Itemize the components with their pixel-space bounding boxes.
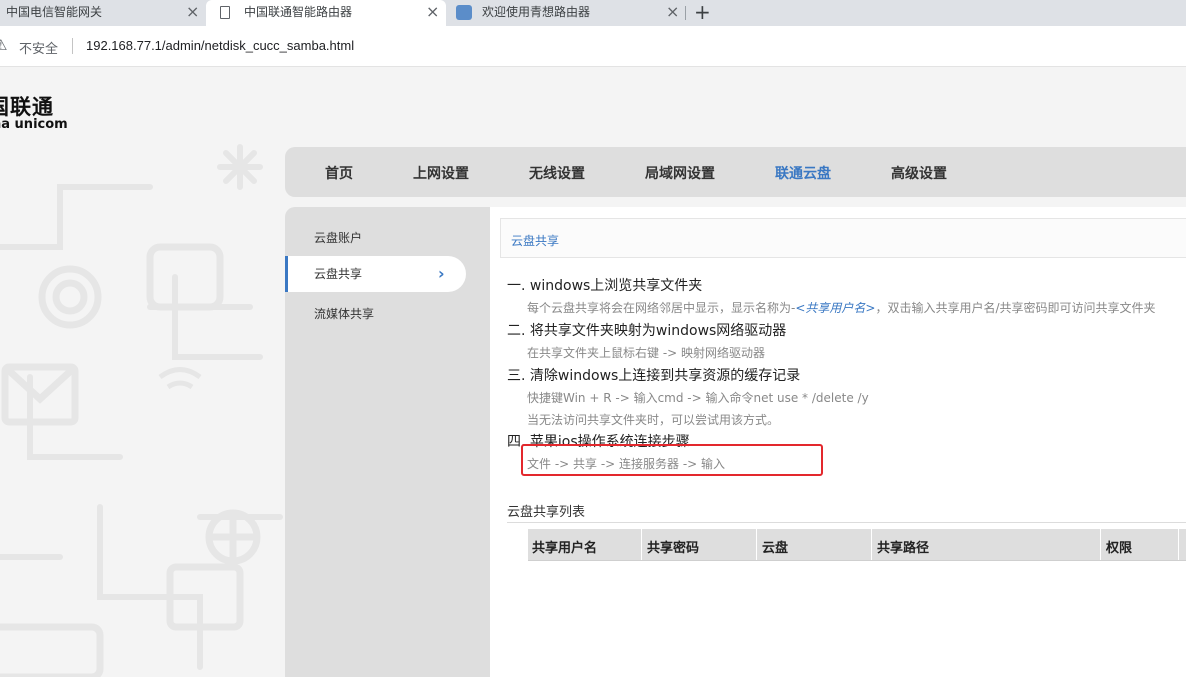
column-divider: [756, 529, 757, 560]
step-title: 二. 将共享文件夹映射为windows网络驱动器: [507, 323, 787, 339]
main-content: 云盘共享 一. windows上浏览共享文件夹 每个云盘共享将会在网络邻居中显示…: [490, 207, 1186, 677]
step-title: 一. windows上浏览共享文件夹: [507, 278, 703, 294]
column-header: 共享路径: [877, 541, 930, 556]
site-favicon-icon: [456, 5, 472, 20]
nav-advanced-settings[interactable]: 高级设置: [891, 163, 947, 183]
background-illustration: [0, 144, 283, 677]
close-icon[interactable]: ×: [186, 1, 199, 23]
nav-unicom-cloud[interactable]: 联通云盘: [775, 163, 831, 183]
section-title: 云盘共享: [511, 234, 560, 248]
share-table-header: 共享用户名 共享密码 云盘 共享路径 权限: [528, 529, 1186, 561]
column-header: 共享用户名: [532, 541, 598, 556]
step-description: 快捷键Win + R -> 输入cmd -> 输入命令net use * /de…: [527, 391, 869, 405]
column-divider: [1100, 529, 1101, 560]
column-header: 共享密码: [647, 541, 700, 556]
nav-home[interactable]: 首页: [325, 163, 353, 183]
step-title: 三. 清除windows上连接到共享资源的缓存记录: [507, 368, 801, 384]
close-icon[interactable]: ×: [426, 1, 439, 23]
column-header: 权限: [1106, 541, 1133, 556]
sidebar-item-label: 云盘账户: [314, 231, 363, 245]
sidebar-item-label: 云盘共享: [314, 267, 363, 281]
column-header: 云盘: [762, 541, 789, 556]
tab-qingxiang-router[interactable]: 欢迎使用青想路由器 ×: [446, 0, 686, 26]
column-divider: [1178, 529, 1179, 560]
step-description: 当无法访问共享文件夹时，可以尝试用该方式。: [527, 413, 780, 427]
tab-title: 中国联通智能路由器: [244, 5, 353, 19]
desc-text: ，双击输入共享用户名/共享密码即可访问共享文件夹: [875, 301, 1156, 315]
step-description: 在共享文件夹上鼠标右键 -> 映射网络驱动器: [527, 346, 766, 360]
warning-icon[interactable]: ⚠: [0, 36, 7, 54]
tab-telecom-gateway[interactable]: 中国电信智能网关 ×: [0, 0, 205, 26]
tab-title: 中国电信智能网关: [6, 5, 103, 19]
security-status[interactable]: 不安全: [19, 38, 58, 57]
sidebar-item-cloud-share[interactable]: 云盘共享 ›: [285, 256, 466, 292]
nav-wireless-settings[interactable]: 无线设置: [529, 163, 585, 183]
column-divider: [641, 529, 642, 560]
share-name-placeholder: <共享用户名>: [795, 301, 876, 315]
sidebar: 云盘账户 云盘共享 › 流媒体共享: [285, 207, 490, 677]
divider: [507, 522, 1186, 523]
desc-text: 每个云盘共享将会在网络邻居中显示，显示名称为-: [527, 301, 796, 315]
column-divider: [871, 529, 872, 560]
sidebar-item-cloud-account[interactable]: 云盘账户: [285, 220, 466, 256]
tab-unicom-router[interactable]: 中国联通智能路由器 ×: [206, 0, 446, 26]
step-description: 每个云盘共享将会在网络邻居中显示，显示名称为-<共享用户名>，双击输入共享用户名…: [527, 299, 1156, 316]
new-tab-icon[interactable]: +: [694, 0, 711, 24]
chevron-right-icon: ›: [438, 264, 445, 283]
address-bar[interactable]: ⚠ 不安全 192.168.77.1/admin/netdisk_cucc_sa…: [0, 26, 1186, 67]
sidebar-item-label: 流媒体共享: [314, 307, 375, 321]
router-admin-page: 国联通 na unicom 首页 上网: [0, 67, 1186, 677]
share-list-title: 云盘共享列表: [507, 505, 586, 520]
main-nav: 首页 上网设置 无线设置 局域网设置 联通云盘 高级设置: [285, 147, 1186, 197]
close-icon[interactable]: ×: [666, 1, 679, 23]
tab-title: 欢迎使用青想路由器: [482, 5, 591, 19]
browser-tab-strip: 中国电信智能网关 × 中国联通智能路由器 × 欢迎使用青想路由器 × +: [0, 0, 1186, 26]
nav-internet-settings[interactable]: 上网设置: [413, 163, 469, 183]
section-header: 云盘共享: [500, 218, 1186, 258]
sidebar-item-media-share[interactable]: 流媒体共享: [285, 296, 466, 332]
url-input[interactable]: 192.168.77.1/admin/netdisk_cucc_samba.ht…: [86, 38, 354, 53]
annotation-highlight-box: [521, 444, 823, 476]
address-divider: [72, 38, 73, 54]
page-icon: [220, 6, 230, 19]
tab-divider: [685, 6, 686, 20]
nav-lan-settings[interactable]: 局域网设置: [645, 163, 715, 183]
